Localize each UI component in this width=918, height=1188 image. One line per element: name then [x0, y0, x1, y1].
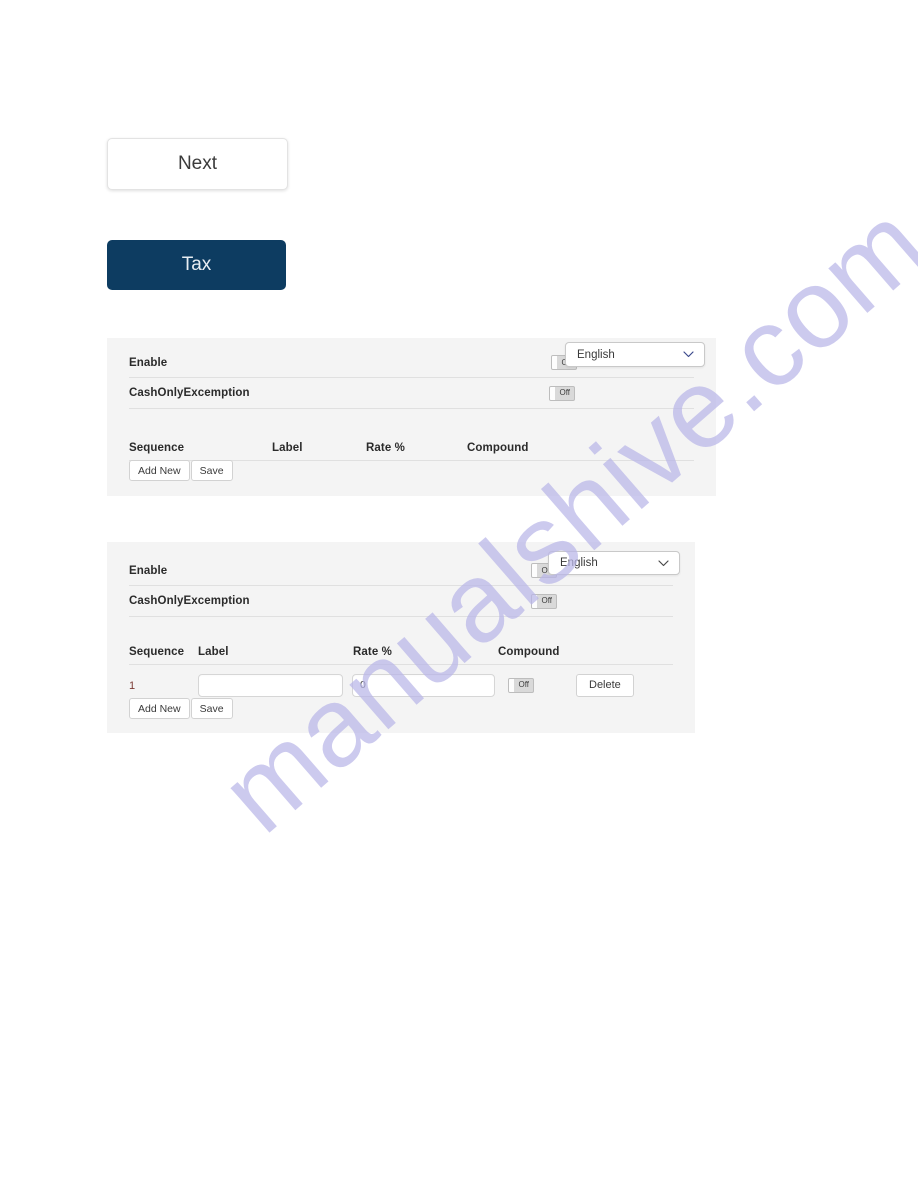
setting-row-cashonlyexcemption: CashOnlyExcemption Off — [129, 378, 694, 409]
tax-button-label: Tax — [181, 254, 212, 275]
chevron-down-icon — [678, 351, 704, 358]
panel-action-bar: Add New Save — [129, 698, 233, 719]
compound-toggle[interactable]: Off — [508, 677, 534, 693]
watermark-text: manualshive.com — [197, 179, 918, 856]
column-header-label: Label — [198, 646, 229, 658]
column-header-label: Label — [272, 442, 303, 454]
language-select[interactable]: English — [565, 342, 705, 367]
cashonlyexcemption-toggle-state: Off — [559, 388, 570, 397]
panel-action-bar: Add New Save — [129, 460, 233, 481]
column-header-rate: Rate % — [366, 442, 405, 454]
language-select[interactable]: English — [548, 551, 680, 575]
enable-label: Enable — [129, 564, 168, 577]
cashonlyexcemption-label: CashOnlyExcemption — [129, 595, 250, 607]
setting-row-cashonlyexcemption: CashOnlyExcemption Off — [129, 586, 673, 617]
delete-button[interactable]: Delete — [576, 673, 634, 697]
save-button[interactable]: Save — [190, 460, 233, 481]
next-button[interactable]: Next — [107, 138, 288, 190]
label-input[interactable] — [198, 673, 343, 697]
enable-label: Enable — [129, 356, 168, 369]
chevron-down-icon — [653, 559, 679, 567]
add-new-button[interactable]: Add New — [129, 460, 190, 481]
cell-sequence: 1 — [129, 676, 198, 694]
cashonlyexcemption-toggle-state: Off — [541, 596, 552, 605]
add-new-button[interactable]: Add New — [129, 698, 190, 719]
sequence-number: 1 — [129, 680, 136, 692]
column-header-sequence: Sequence — [129, 442, 185, 454]
cashonlyexcemption-toggle[interactable]: Off — [549, 385, 575, 401]
cashonlyexcemption-toggle[interactable]: Off — [531, 593, 557, 609]
tax-table-header: Sequence Label Rate % Compound — [129, 640, 673, 665]
tax-table-header: Sequence Label Rate % Compound — [129, 435, 694, 461]
rate-input[interactable]: 0 — [352, 673, 495, 697]
compound-toggle-state: Off — [518, 680, 529, 689]
tax-button[interactable]: Tax — [107, 240, 286, 290]
next-button-label: Next — [177, 153, 218, 174]
cashonlyexcemption-label: CashOnlyExcemption — [129, 387, 250, 399]
save-button[interactable]: Save — [190, 698, 233, 719]
tax-settings-panel-with-row: Enable Off CashOnlyExcemption Off Sequen… — [107, 542, 695, 733]
rate-input-value: 0 — [360, 679, 366, 691]
document-page: Next Tax Enable Off CashOnlyExcemption O… — [0, 0, 918, 1188]
column-header-compound: Compound — [498, 646, 560, 658]
language-select-value: English — [577, 348, 615, 361]
language-select-value: English — [560, 557, 598, 569]
column-header-rate: Rate % — [353, 646, 392, 658]
column-header-compound: Compound — [467, 442, 529, 454]
column-header-sequence: Sequence — [129, 646, 185, 658]
tax-settings-panel-empty: Enable Off CashOnlyExcemption Off Sequen… — [107, 338, 716, 496]
